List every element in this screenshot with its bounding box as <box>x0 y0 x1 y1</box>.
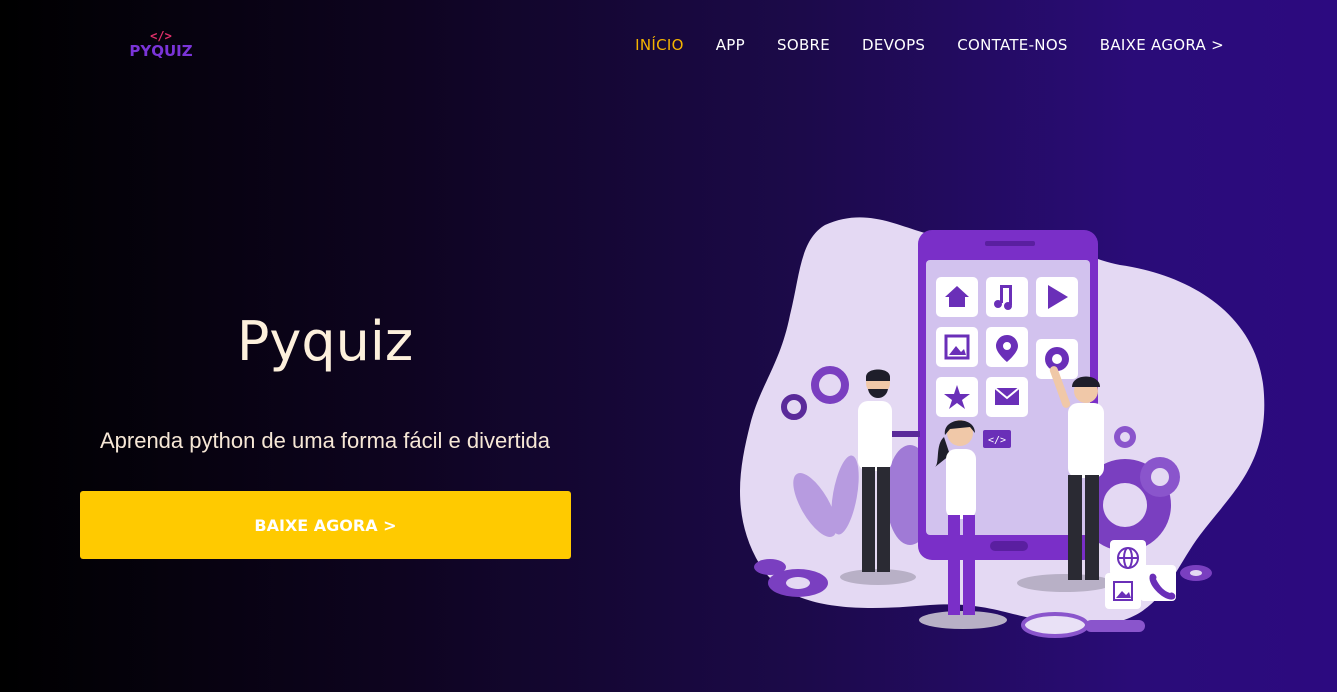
mail-icon <box>994 387 1020 405</box>
gear-icon <box>1114 426 1136 448</box>
nav-item-app[interactable]: APP <box>716 35 745 55</box>
nav-item-devops[interactable]: DEVOPS <box>862 35 925 55</box>
download-now-button[interactable]: BAIXE AGORA > <box>80 491 571 559</box>
nav-item-contate-nos[interactable]: CONTATE-NOS <box>957 35 1068 55</box>
code-icon: </> <box>988 435 1006 446</box>
gear-icon <box>1180 565 1212 581</box>
hero-illustration: </> <box>740 217 1265 638</box>
brand-name: PYQUIZ <box>129 42 193 60</box>
hero-subtitle: Aprenda python de uma forma fácil e dive… <box>99 428 551 453</box>
hero-title: Pyquiz <box>236 310 414 373</box>
nav-item-inicio[interactable]: INÍCIO <box>635 35 684 55</box>
main-navigation: INÍCIO APP SOBRE DEVOPS CONTATE-NOS BAIX… <box>635 35 1224 55</box>
code-icon: </> <box>150 29 172 43</box>
gear-icon <box>1140 457 1180 497</box>
gear-icon <box>1045 347 1069 371</box>
nav-item-baixe-agora[interactable]: BAIXE AGORA > <box>1100 35 1224 55</box>
nav-item-sobre[interactable]: SOBRE <box>777 35 830 55</box>
brand-logo[interactable]: </> PYQUIZ <box>126 30 196 66</box>
